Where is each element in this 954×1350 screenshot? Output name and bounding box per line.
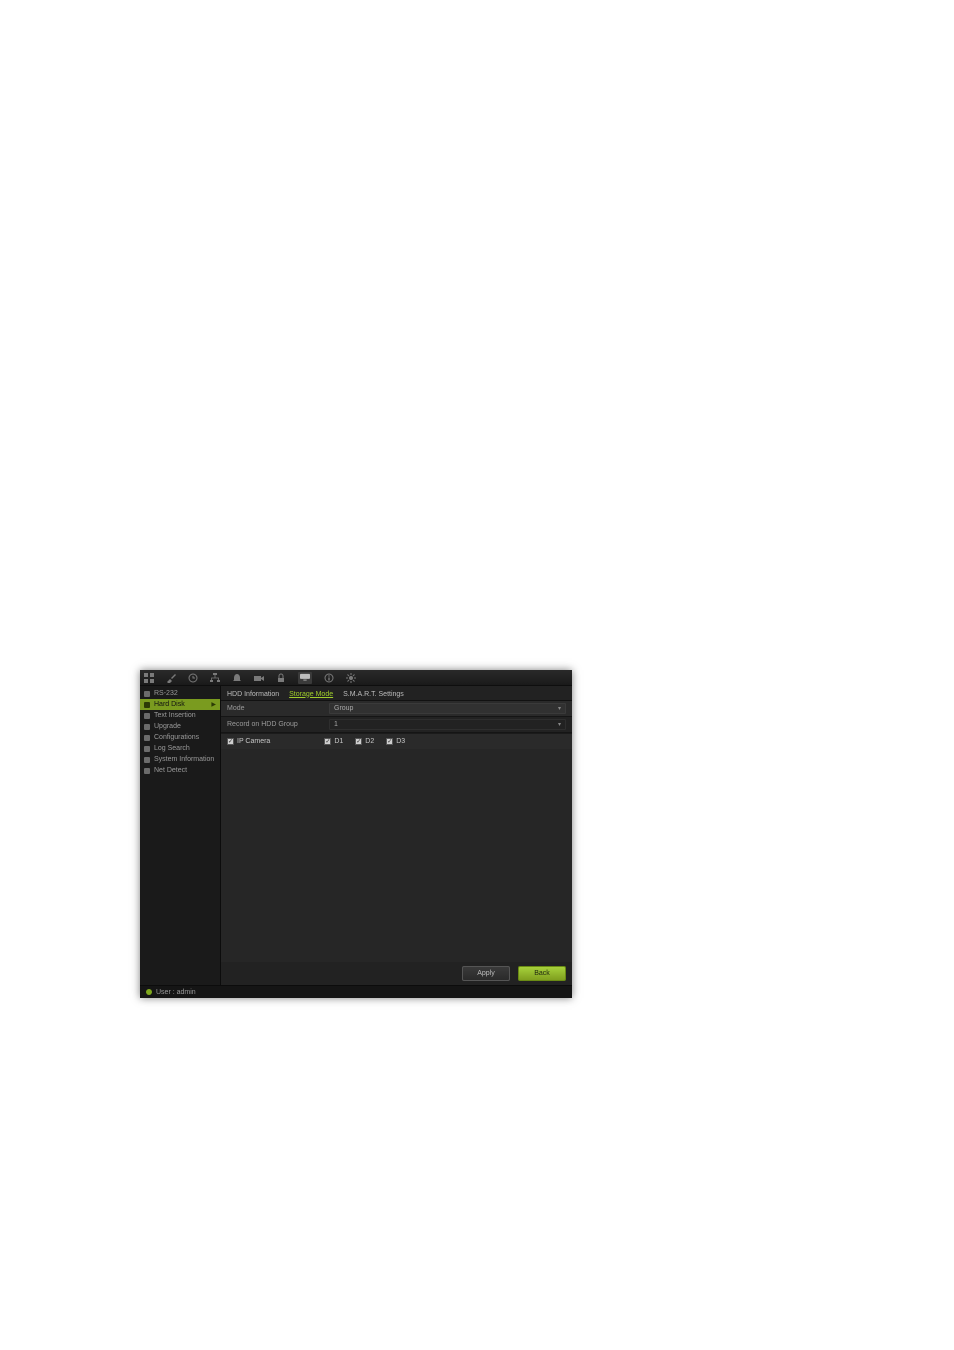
record-group-label: Record on HDD Group (227, 721, 329, 728)
chevron-down-icon: ▾ (558, 705, 561, 712)
gear-icon[interactable] (346, 673, 356, 683)
footer-actions: Apply Back (221, 962, 572, 985)
camera-label: D3 (396, 738, 405, 745)
sidebar-item-label: Hard Disk (154, 701, 185, 708)
sidebar-item-label: System Information (154, 756, 214, 763)
checkbox-icon (386, 738, 393, 745)
grid-icon[interactable] (144, 673, 154, 683)
tab-bar: HDD Information Storage Mode S.M.A.R.T. … (221, 686, 572, 701)
apply-button[interactable]: Apply (462, 966, 510, 981)
bell-icon[interactable] (232, 673, 242, 683)
app-body: RS-232 Hard Disk ▶ Text Insertion Upgrad… (140, 686, 572, 985)
mode-label: Mode (227, 705, 329, 712)
mode-dropdown[interactable]: Group ▾ (329, 703, 566, 714)
main-panel: HDD Information Storage Mode S.M.A.R.T. … (221, 686, 572, 985)
app-window: RS-232 Hard Disk ▶ Text Insertion Upgrad… (140, 670, 572, 998)
chevron-down-icon: ▾ (558, 721, 561, 728)
camera-d2[interactable]: D2 (355, 738, 374, 745)
tab-hddinfo[interactable]: HDD Information (227, 691, 279, 698)
camera-d1[interactable]: D1 (324, 738, 343, 745)
sidebar-item-label: Configurations (154, 734, 199, 741)
serial-icon (144, 691, 150, 697)
sidebar-item-logsearch[interactable]: Log Search (140, 743, 220, 754)
camera-label: D2 (365, 738, 374, 745)
log-icon (144, 746, 150, 752)
row-mode: Mode Group ▾ (221, 701, 572, 717)
upgrade-icon (144, 724, 150, 730)
lock-icon[interactable] (276, 673, 286, 683)
sidebar: RS-232 Hard Disk ▶ Text Insertion Upgrad… (140, 686, 221, 985)
content-empty-area (221, 749, 572, 962)
sidebar-item-upgrade[interactable]: Upgrade (140, 721, 220, 732)
status-bar: User : admin (140, 985, 572, 998)
top-toolbar (140, 670, 572, 686)
sidebar-item-rs232[interactable]: RS-232 (140, 688, 220, 699)
tab-storagemode[interactable]: Storage Mode (289, 691, 333, 698)
record-group-value: 1 (334, 721, 338, 728)
record-group-dropdown[interactable]: 1 ▾ (329, 719, 566, 730)
info-icon (144, 757, 150, 763)
status-user-label: User : admin (156, 989, 196, 996)
checkbox-icon (324, 738, 331, 745)
text-icon (144, 713, 150, 719)
chevron-right-icon: ▶ (211, 701, 216, 708)
ipcamera-row: IP Camera D1 D2 D3 (221, 733, 572, 749)
screen-icon[interactable] (298, 672, 312, 684)
tab-smart[interactable]: S.M.A.R.T. Settings (343, 691, 404, 698)
checkbox-icon (227, 738, 234, 745)
mode-value: Group (334, 705, 353, 712)
config-icon (144, 735, 150, 741)
clock-icon[interactable] (188, 673, 198, 683)
back-button[interactable]: Back (518, 966, 566, 981)
tree-icon[interactable] (210, 673, 220, 683)
sidebar-item-label: Net Detect (154, 767, 187, 774)
sidebar-item-netdetect[interactable]: Net Detect (140, 765, 220, 776)
hdd-icon (144, 702, 150, 708)
brush-icon[interactable] (166, 673, 176, 683)
user-status-icon (146, 989, 152, 995)
sidebar-item-systeminfo[interactable]: System Information (140, 754, 220, 765)
camera-label: D1 (334, 738, 343, 745)
ipcamera-label: IP Camera (237, 738, 270, 745)
sidebar-item-configurations[interactable]: Configurations (140, 732, 220, 743)
sidebar-item-label: Upgrade (154, 723, 181, 730)
info-circle-icon[interactable] (324, 673, 334, 683)
sidebar-item-label: RS-232 (154, 690, 178, 697)
camera-icon[interactable] (254, 673, 264, 683)
sidebar-item-label: Text Insertion (154, 712, 196, 719)
ipcamera-master[interactable]: IP Camera (227, 738, 270, 745)
checkbox-icon (355, 738, 362, 745)
camera-d3[interactable]: D3 (386, 738, 405, 745)
sidebar-item-label: Log Search (154, 745, 190, 752)
row-record-group: Record on HDD Group 1 ▾ (221, 717, 572, 733)
sidebar-item-textinsertion[interactable]: Text Insertion (140, 710, 220, 721)
sidebar-item-harddisk[interactable]: Hard Disk ▶ (140, 699, 220, 710)
net-icon (144, 768, 150, 774)
